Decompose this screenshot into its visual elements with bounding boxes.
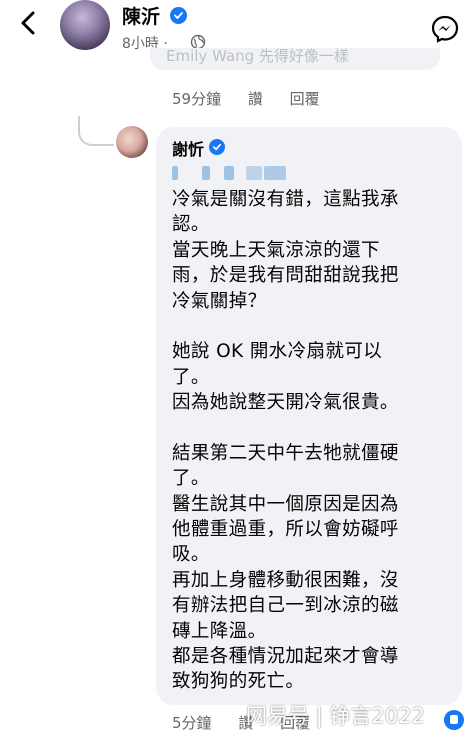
verified-badge-icon: [209, 139, 225, 155]
comment-line: 認。: [172, 214, 210, 236]
previous-like-button[interactable]: 讚: [248, 88, 263, 109]
comment-line: [172, 314, 462, 339]
watermark: 网易号 | 铮言2022: [246, 704, 425, 728]
comment-line: 了。: [172, 366, 210, 388]
comment-line: 雨，於是我有問甜甜說我把: [172, 265, 399, 287]
previous-reply-text: Emily Wang 先得好像一樣: [166, 48, 349, 65]
commenter-avatar[interactable]: [116, 126, 148, 158]
comment-line: 他體重過重，所以會妨礙呼: [172, 519, 399, 541]
like-reaction-icon: [444, 710, 464, 730]
comment-line: 磚上降溫。: [172, 620, 267, 642]
comment-line: 因為她說整天開冷氣很貴。: [172, 392, 399, 414]
comment-line: 吸。: [172, 544, 210, 566]
comment-time: 5分鐘: [172, 714, 212, 732]
previous-reply-time: 59分鐘: [172, 90, 222, 108]
comment-line: 致狗狗的死亡。: [172, 671, 305, 693]
commenter-name[interactable]: 謝忻: [172, 136, 204, 160]
comment-line: 都是各種情況加起來才會導: [172, 646, 399, 668]
back-arrow-icon[interactable]: [14, 8, 44, 38]
comment-line: 再加上身體移動很困難，沒: [172, 569, 399, 591]
comment-line: [172, 416, 462, 441]
comment-line: 了。: [172, 468, 210, 490]
messenger-icon[interactable]: [430, 14, 460, 44]
comment-line: 有辦法把自己一到冰涼的磁: [172, 595, 399, 617]
thread-connector: [78, 116, 114, 146]
comment-line: 醫生說其中一個原因是因為: [172, 493, 399, 515]
previous-reply-bubble: Emily Wang 先得好像一樣: [150, 48, 440, 70]
comment-line: 冷氣是關沒有錯，這點我承: [172, 189, 399, 210]
comment-line: 她說 OK 開水冷扇就可以: [172, 341, 383, 363]
page-name[interactable]: 陳沂: [122, 2, 160, 29]
comment-line: 當天晚上天氣涼涼的還下: [172, 239, 380, 261]
page-avatar[interactable]: [60, 0, 110, 50]
previous-reply-actions: 59分鐘 讚 回覆: [172, 88, 342, 109]
verified-badge-icon: [170, 7, 187, 24]
comment-line: 結果第二天中午去牠就僵硬: [172, 442, 399, 464]
blurred-mention-icon: [172, 166, 290, 180]
comment-line: 冷氣關掉？: [172, 290, 267, 312]
comment-text: 冷氣是關沒有錯，這點我承 認。 當天晚上天氣涼涼的還下 雨，於是我有問甜甜說我把…: [172, 187, 462, 695]
previous-reply-button[interactable]: 回覆: [290, 88, 320, 109]
